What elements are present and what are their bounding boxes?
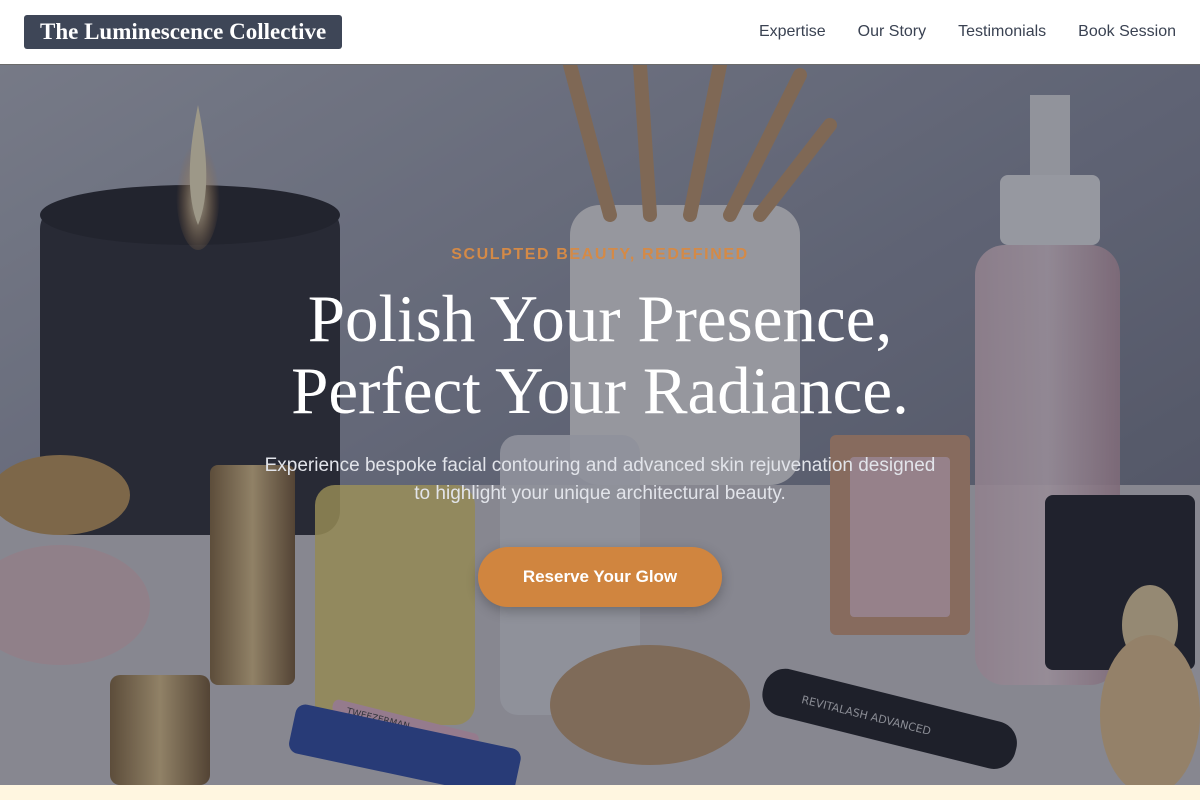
hero-title: Polish Your Presence, Perfect Your Radia…: [0, 283, 1200, 427]
nav-link-book-session[interactable]: Book Session: [1078, 23, 1176, 41]
next-section-edge: [0, 785, 1200, 800]
hero-kicker: SCULPTED BEAUTY, REDEFINED: [451, 246, 749, 263]
site-header: The Luminescence Collective Expertise Ou…: [0, 0, 1200, 65]
hero-content: SCULPTED BEAUTY, REDEFINED Polish Your P…: [0, 65, 1200, 785]
nav-link-expertise[interactable]: Expertise: [759, 23, 826, 41]
reserve-your-glow-button[interactable]: Reserve Your Glow: [478, 547, 722, 607]
hero-subtitle: Experience bespoke facial contouring and…: [264, 455, 936, 504]
nav-link-testimonials[interactable]: Testimonials: [958, 23, 1046, 41]
hero-title-line-2: Perfect Your Radiance.: [291, 354, 909, 428]
main-nav: Expertise Our Story Testimonials Book Se…: [759, 23, 1176, 41]
brand-logo[interactable]: The Luminescence Collective: [24, 15, 343, 49]
hero-section: REVITALASH ADVANCED TWEEZERMAN SCULPTED …: [0, 65, 1200, 785]
hero-title-line-1: Polish Your Presence,: [307, 282, 893, 356]
nav-link-our-story[interactable]: Our Story: [858, 23, 926, 41]
